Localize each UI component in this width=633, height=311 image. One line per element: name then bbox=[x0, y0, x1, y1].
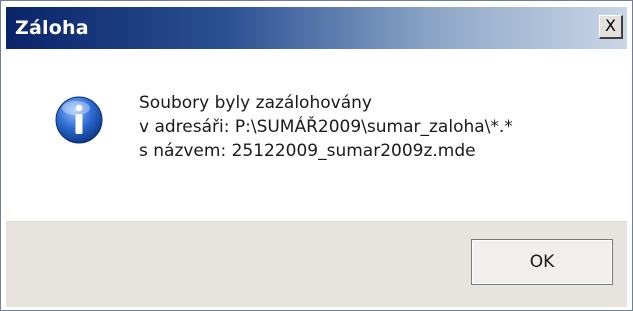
message-area: Soubory byly zazálohovány v adresáři: P:… bbox=[6, 49, 627, 221]
button-bar: OK bbox=[6, 221, 627, 307]
info-icon bbox=[55, 96, 103, 144]
dialog-window: Záloha X Soubory byly zazálohovány v adr… bbox=[0, 0, 633, 311]
message-text: Soubory byly zazálohovány v adresáři: P:… bbox=[139, 91, 513, 163]
dialog-title: Záloha bbox=[15, 17, 89, 39]
title-bar[interactable]: Záloha X bbox=[6, 7, 627, 49]
message-line-3: s názvem: 25122009_sumar2009z.mde bbox=[139, 141, 476, 161]
message-line-2: v adresáři: P:\SUMÁŘ2009\sumar_zaloha\*.… bbox=[139, 117, 513, 137]
close-button[interactable]: X bbox=[599, 15, 623, 39]
message-line-1: Soubory byly zazálohovány bbox=[139, 93, 372, 113]
ok-button[interactable]: OK bbox=[471, 239, 613, 285]
